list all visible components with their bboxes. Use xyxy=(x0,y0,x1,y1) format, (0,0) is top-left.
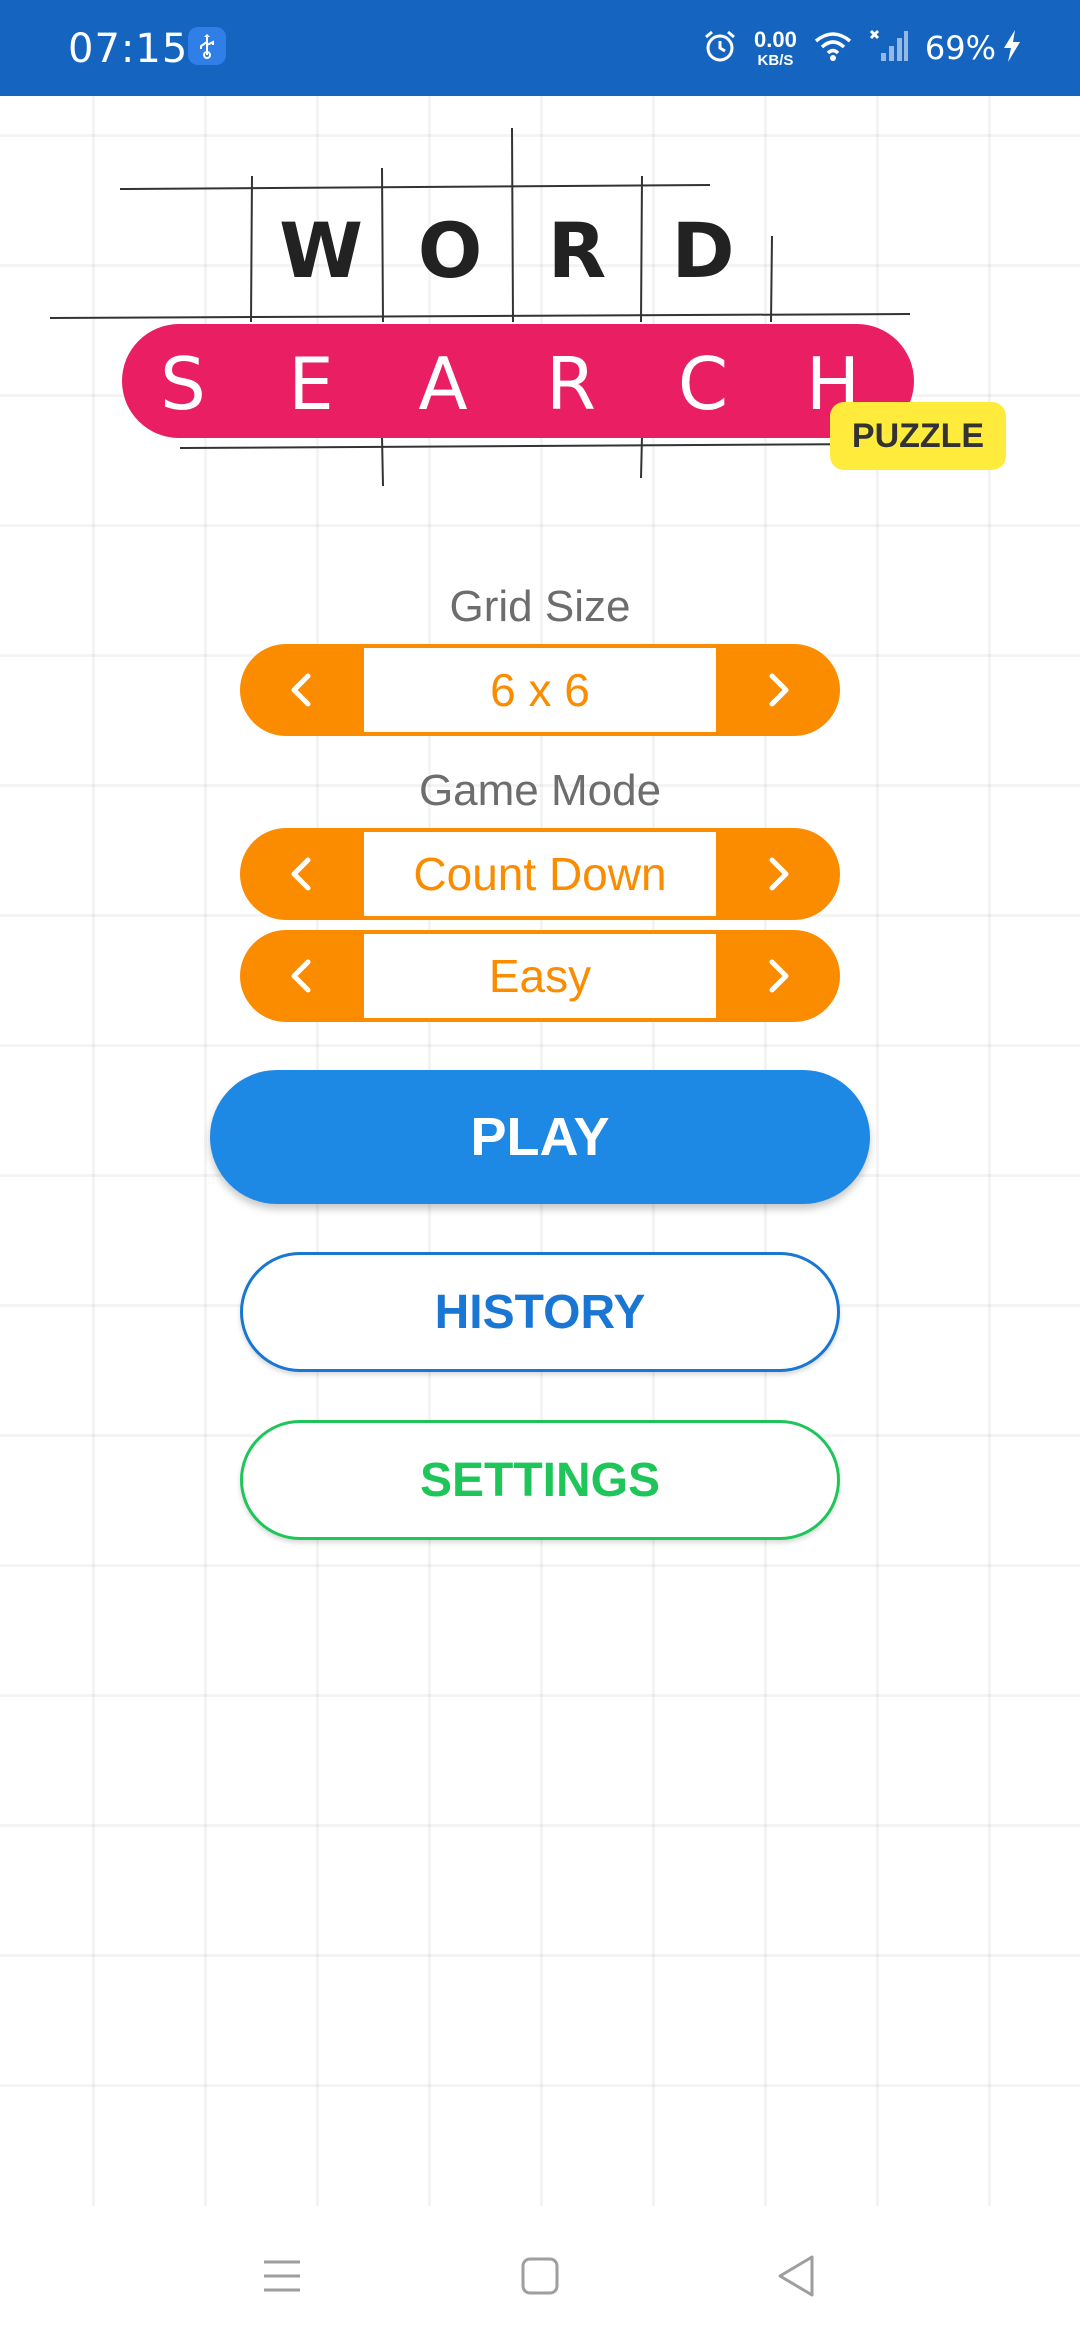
logo-letter-o: O xyxy=(417,206,483,295)
game-mode-value: Count Down xyxy=(364,832,716,916)
chevron-right-icon xyxy=(769,673,789,707)
chevron-right-icon xyxy=(769,959,789,993)
charging-icon xyxy=(1002,29,1022,68)
difficulty-next-button[interactable] xyxy=(718,930,840,1022)
logo-letter-a: A xyxy=(418,342,468,426)
status-bar: 07:15 0.00 KB/S 69% xyxy=(0,0,1080,96)
chevron-left-icon xyxy=(291,673,311,707)
logo-letter-e: E xyxy=(288,342,334,426)
puzzle-tag: PUZZLE xyxy=(830,402,1006,470)
alarm-icon xyxy=(702,28,738,69)
menu-icon[interactable] xyxy=(242,2236,322,2316)
net-speed-value: 0.00 xyxy=(754,26,797,52)
chevron-left-icon xyxy=(291,857,311,891)
logo-letter-c: C xyxy=(677,342,729,426)
no-signal-icon xyxy=(869,29,909,68)
logo-letter-s: S xyxy=(160,342,206,426)
difficulty-selector: Easy xyxy=(240,930,840,1022)
grid-size-selector: 6 x 6 xyxy=(240,644,840,736)
logo-letter-r: R xyxy=(547,206,607,295)
navigation-bar xyxy=(0,2206,1080,2340)
difficulty-value: Easy xyxy=(364,934,716,1018)
net-speed: 0.00 KB/S xyxy=(754,26,797,69)
wifi-icon xyxy=(813,30,853,67)
chevron-right-icon xyxy=(769,857,789,891)
play-button[interactable]: PLAY xyxy=(210,1070,870,1204)
back-triangle-icon[interactable] xyxy=(756,2236,836,2316)
game-mode-label: Game Mode xyxy=(418,766,662,815)
usb-icon xyxy=(188,27,226,65)
history-button[interactable]: HISTORY xyxy=(240,1252,840,1372)
grid-size-label: Grid Size xyxy=(449,582,631,631)
logo-letter-w: W xyxy=(279,206,363,295)
grid-size-value: 6 x 6 xyxy=(364,648,716,732)
word-search-logo: W O R D S E A R C H PUZZLE xyxy=(0,96,1080,516)
difficulty-prev-button[interactable] xyxy=(240,930,362,1022)
logo-letter-d: D xyxy=(671,206,735,295)
status-time: 07:15 xyxy=(68,26,189,72)
logo-letter-r2: R xyxy=(545,342,597,426)
grid-size-next-button[interactable] xyxy=(718,644,840,736)
home-square-icon[interactable] xyxy=(500,2236,580,2316)
battery-level: 69% xyxy=(924,29,996,67)
game-mode-prev-button[interactable] xyxy=(240,828,362,920)
game-mode-selector: Count Down xyxy=(240,828,840,920)
net-speed-unit: KB/S xyxy=(757,51,794,69)
settings-button[interactable]: SETTINGS xyxy=(240,1420,840,1540)
grid-size-prev-button[interactable] xyxy=(240,644,362,736)
chevron-left-icon xyxy=(291,959,311,993)
game-mode-next-button[interactable] xyxy=(718,828,840,920)
